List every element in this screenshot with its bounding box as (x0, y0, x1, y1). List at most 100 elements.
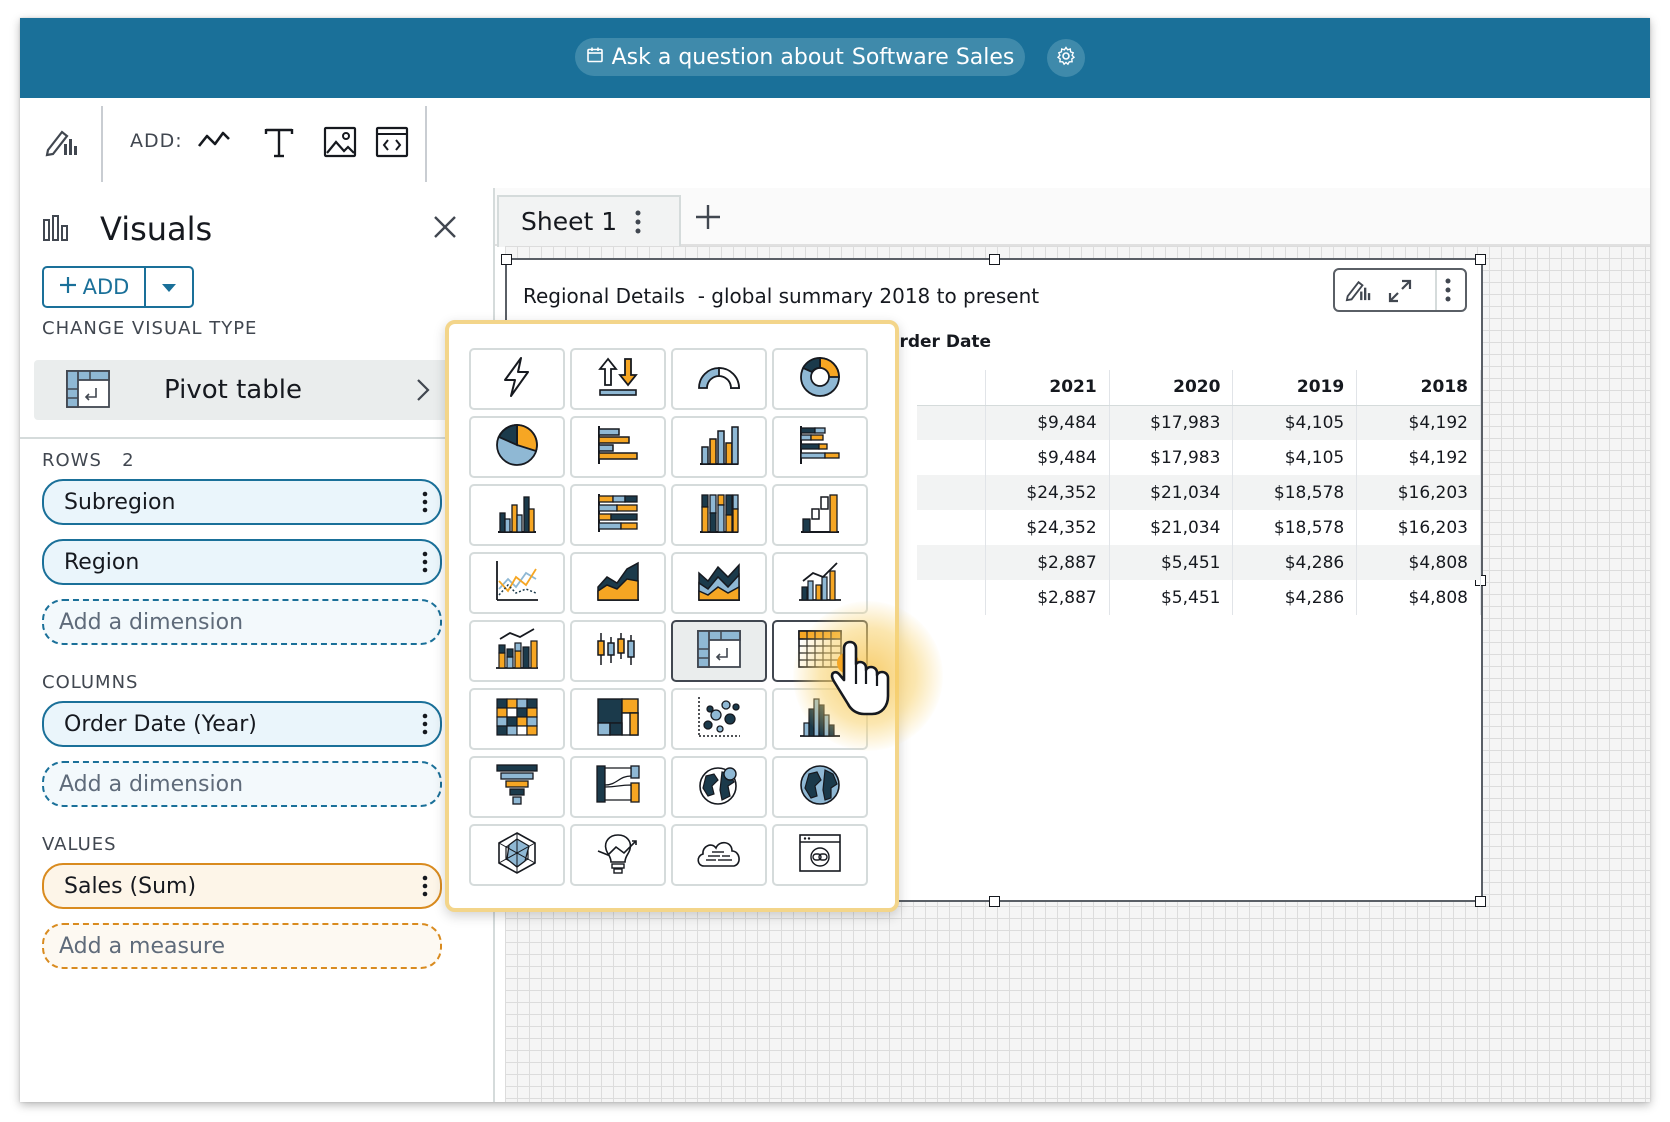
resize-handle[interactable] (989, 254, 1000, 265)
table-cell: $4,808 (1356, 545, 1481, 580)
visual-type-waterfall[interactable] (772, 484, 868, 546)
visual-type-pie[interactable] (469, 416, 565, 478)
horizontal-bar-icon (596, 424, 640, 470)
visual-type-autograph[interactable] (469, 348, 565, 410)
ask-settings-button[interactable] (1047, 39, 1085, 77)
values-label: VALUES (42, 834, 117, 855)
sheet-tab-label: Sheet 1 (521, 207, 618, 236)
panel-divider (20, 437, 493, 439)
resize-handle[interactable] (1475, 896, 1486, 907)
visual-type-stacked-horizontal-bar[interactable] (570, 484, 666, 546)
visual-type-points-map[interactable] (772, 756, 868, 818)
close-icon[interactable] (430, 212, 460, 242)
add-measure-dropzone[interactable]: Add a measure (42, 923, 442, 969)
visual-type-word-cloud[interactable] (671, 824, 767, 886)
visual-type-selector[interactable]: Pivot table (34, 360, 494, 420)
expand-icon[interactable] (1387, 278, 1413, 308)
line-icon (494, 559, 540, 607)
rows-count: 2 (122, 450, 135, 471)
visual-type-kpi[interactable] (570, 348, 666, 410)
more-options-icon[interactable] (410, 712, 440, 736)
table-cell: $5,451 (1109, 545, 1234, 580)
column-header[interactable]: 2021 (985, 370, 1110, 406)
add-visual-icon[interactable] (192, 120, 236, 164)
visual-menu-bar (1333, 268, 1467, 312)
visual-type-donut[interactable] (772, 348, 868, 410)
visual-type-radar[interactable] (469, 824, 565, 886)
add-text-icon[interactable] (257, 120, 301, 164)
visual-type-box-plot[interactable] (570, 620, 666, 682)
visual-type-clustered-vertical-bar[interactable] (469, 484, 565, 546)
table-row: $2,887 $5,451 $4,286 $4,808 (917, 580, 1481, 615)
table-row: $2,887 $5,451 $4,286 $4,808 (917, 545, 1481, 580)
column-header[interactable]: 2020 (1109, 370, 1234, 406)
more-options-icon[interactable] (410, 490, 440, 514)
plus-icon (59, 275, 77, 299)
visual-type-combo-stacked-line[interactable] (469, 620, 565, 682)
more-options-icon[interactable] (410, 550, 440, 574)
table-cell: $4,808 (1356, 580, 1481, 615)
add-dimension-dropzone[interactable]: Add a dimension (42, 761, 442, 807)
visual-type-area[interactable] (570, 552, 666, 614)
field-well-row[interactable]: Region (42, 539, 442, 585)
table-cell: $4,286 (1232, 545, 1358, 580)
table-cell: $16,203 (1356, 510, 1481, 545)
visual-type-vertical-bar[interactable] (671, 416, 767, 478)
column-header[interactable]: 2018 (1356, 370, 1481, 406)
visual-type-line[interactable] (469, 552, 565, 614)
custom-visual-icon (798, 833, 842, 877)
resize-handle[interactable] (1475, 254, 1486, 265)
add-visual-button[interactable]: ADD (42, 266, 194, 308)
more-options-icon[interactable] (410, 874, 440, 898)
table-row: $24,352 $21,034 $18,578 $16,203 (917, 510, 1481, 545)
visual-type-clustered-horizontal-bar[interactable] (772, 416, 868, 478)
word-cloud-icon (694, 834, 744, 876)
stacked-area-icon (696, 559, 742, 607)
visual-type-heat-map[interactable] (469, 688, 565, 750)
sankey-icon (595, 763, 641, 811)
edit-visual-icon[interactable] (1343, 276, 1371, 308)
visual-type-tree-map[interactable] (570, 688, 666, 750)
visual-type-gauge[interactable] (671, 348, 767, 410)
add-image-icon[interactable] (318, 120, 362, 164)
add-sheet-icon[interactable] (693, 202, 723, 232)
add-embed-icon[interactable] (370, 120, 414, 164)
table-cell: $9,484 (985, 405, 1110, 440)
scatter-icon (696, 695, 742, 743)
table-cell: $16,203 (1356, 475, 1481, 510)
visual-type-pivot-table[interactable] (671, 620, 767, 682)
visual-type-horizontal-bar[interactable] (570, 416, 666, 478)
visual-type-stacked-vertical-bar[interactable] (671, 484, 767, 546)
visual-type-filled-map[interactable] (671, 756, 767, 818)
more-options-icon[interactable] (1445, 277, 1451, 307)
add-dropdown-toggle[interactable] (146, 268, 192, 306)
resize-handle[interactable] (501, 254, 512, 265)
pie-icon (494, 422, 540, 472)
visual-type-insight[interactable] (570, 824, 666, 886)
resize-handle[interactable] (989, 896, 1000, 907)
ask-question-bar[interactable]: Ask a question about Software Sales (575, 38, 1025, 76)
table-cell: $4,105 (1232, 405, 1358, 440)
visual-type-scatter[interactable] (671, 688, 767, 750)
field-well-column[interactable]: Order Date (Year) (42, 701, 442, 747)
add-button-main[interactable]: ADD (44, 268, 146, 306)
table-cell: $4,105 (1232, 440, 1358, 475)
visual-type-label: Pivot table (164, 375, 302, 405)
visual-type-custom-visual[interactable] (772, 824, 868, 886)
top-bar: Ask a question about Software Sales (20, 18, 1650, 98)
table-cell: $5,451 (1109, 580, 1234, 615)
tree-map-icon (596, 697, 640, 741)
edit-visual-icon[interactable] (38, 120, 82, 164)
more-options-icon[interactable] (635, 209, 641, 239)
add-dimension-dropzone[interactable]: Add a dimension (42, 599, 442, 645)
tab-sheet-1[interactable]: Sheet 1 (497, 195, 681, 247)
table-row: $24,352 $21,034 $18,578 $16,203 (917, 475, 1481, 510)
visual-type-funnel[interactable] (469, 756, 565, 818)
column-header[interactable]: 2019 (1232, 370, 1358, 406)
pivot-table-icon (66, 370, 110, 412)
visual-type-sankey[interactable] (570, 756, 666, 818)
field-well-row[interactable]: Subregion (42, 479, 442, 525)
calendar-icon (586, 45, 604, 70)
visual-type-stacked-area[interactable] (671, 552, 767, 614)
field-well-value[interactable]: Sales (Sum) (42, 863, 442, 909)
